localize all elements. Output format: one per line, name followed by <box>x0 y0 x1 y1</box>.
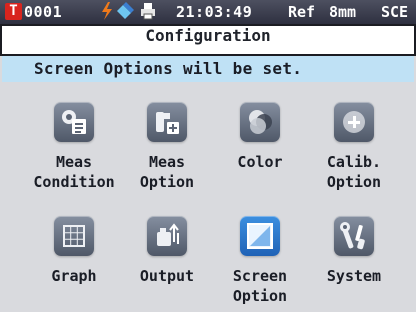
channel-type-badge: T <box>5 3 22 20</box>
message-bar: Screen Options will be set. <box>2 56 414 82</box>
calib-option-icon <box>334 102 374 142</box>
menu-grid: Meas Condition Meas Option Color Calib. … <box>2 82 414 312</box>
probe-icon <box>117 2 134 19</box>
system-icon <box>334 216 374 256</box>
menu-item-label: Calib. Option <box>326 153 382 191</box>
graph-icon <box>54 216 94 256</box>
menu-item-label: Graph <box>51 267 97 285</box>
menu-item-label: Output <box>139 267 195 285</box>
measurement-mode: SCE <box>381 3 409 21</box>
meas-condition-icon <box>54 102 94 142</box>
status-bar: T 0001 21:03:49 Ref 8mm SCE <box>0 0 416 24</box>
screen-title-bar: Configuration <box>0 24 416 56</box>
printer-icon <box>141 3 155 20</box>
message-text: Screen Options will be set. <box>34 59 303 78</box>
aperture-indicator: 8mm <box>329 3 357 21</box>
color-icon <box>240 102 280 142</box>
flash-icon <box>102 2 112 20</box>
channel-number: 0001 <box>24 3 63 21</box>
page-title: Configuration <box>145 26 271 45</box>
meas-option-icon <box>147 102 187 142</box>
menu-item-label: Meas Option <box>139 153 195 191</box>
clock-time: 21:03:49 <box>176 3 253 21</box>
screen-option-icon <box>240 216 280 256</box>
output-icon <box>147 216 187 256</box>
menu-item-label: Color <box>237 153 283 171</box>
menu-item-label: Screen Option <box>232 267 288 305</box>
reference-indicator: Ref <box>288 3 316 21</box>
menu-item-label: Meas Condition <box>33 153 115 191</box>
menu-item-label: System <box>326 267 382 285</box>
